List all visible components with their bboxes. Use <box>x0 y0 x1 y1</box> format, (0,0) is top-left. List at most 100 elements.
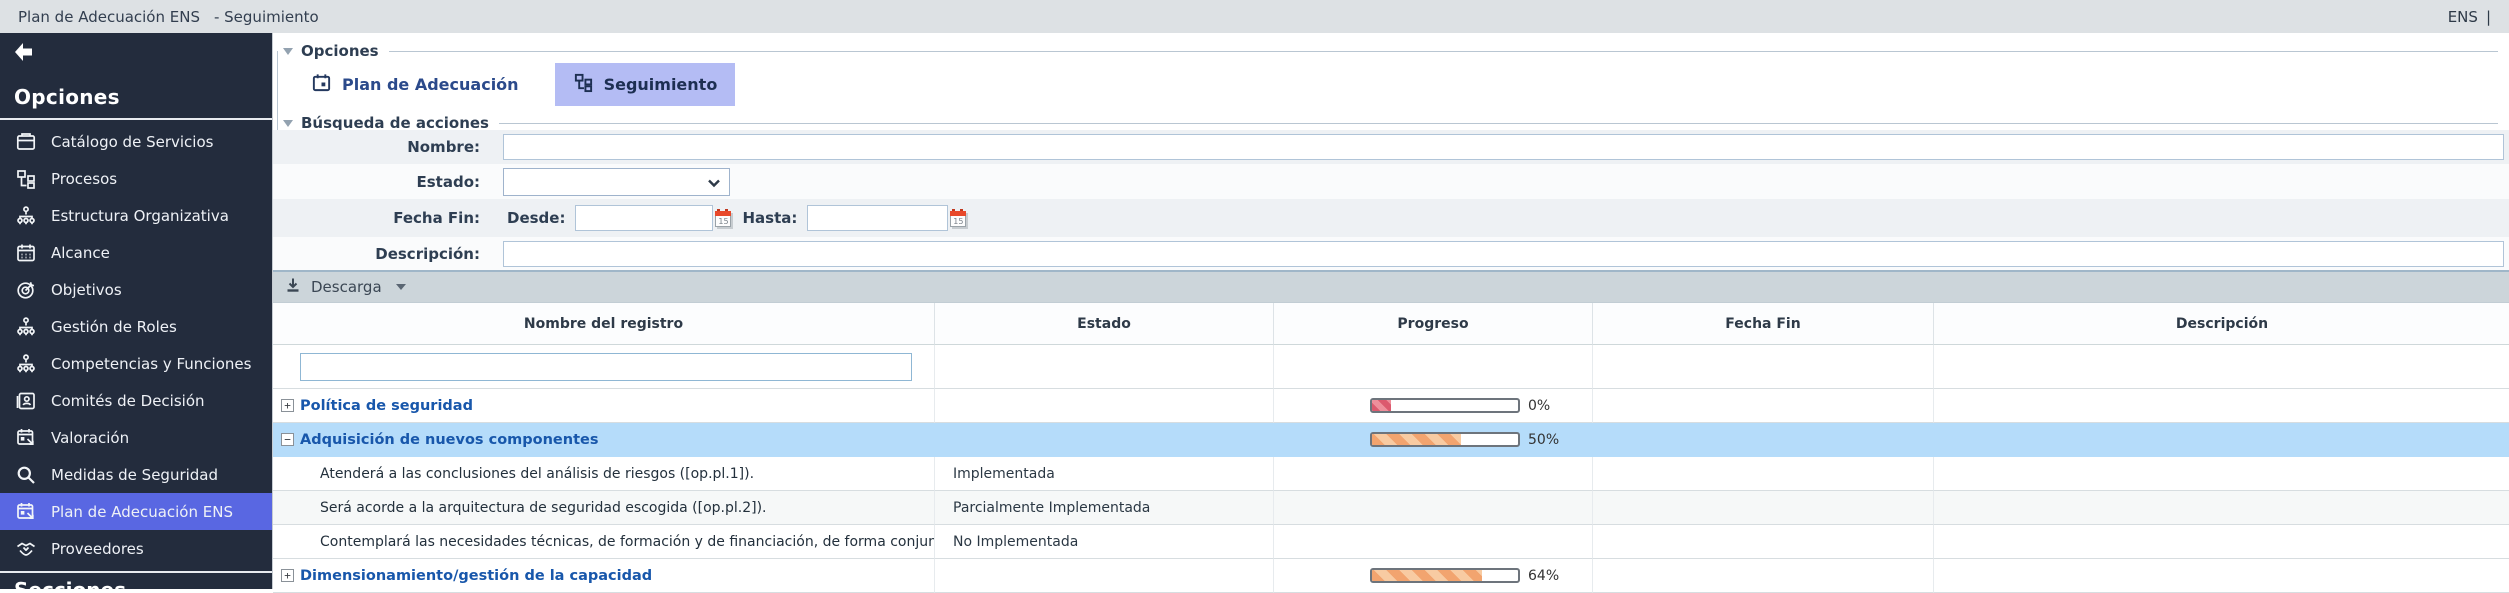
progress-percent-label: 50% <box>1528 432 1559 448</box>
fecha-fin-cell <box>1593 423 1934 457</box>
datepicker-icon[interactable]: 15 <box>715 209 734 228</box>
fecha-hasta-input[interactable] <box>807 205 948 231</box>
process-flow-icon <box>573 72 594 97</box>
back-arrow-icon[interactable] <box>12 41 38 63</box>
sidebar-title: Opciones <box>14 85 120 109</box>
tab-label: Seguimiento <box>604 75 718 94</box>
sidebar-item-competencias-y-funciones[interactable]: Competencias y Funciones <box>0 345 272 382</box>
nombre-label: Nombre: <box>273 138 492 156</box>
sidebar-item-alcance[interactable]: Alcance <box>0 234 272 271</box>
estado-value: Parcialmente Implementada <box>935 500 1150 516</box>
calendar-day: 15 <box>715 217 731 226</box>
estado-value: No Implementada <box>935 534 1078 550</box>
col-header-descripcion[interactable]: Descripción <box>1934 303 2509 345</box>
divider <box>499 123 2498 124</box>
progress-bar-fill <box>1372 434 1461 445</box>
corner-separator: | <box>2486 8 2491 26</box>
calendar-cursor-icon <box>13 426 39 450</box>
search-icon <box>13 463 39 487</box>
estado-label: Estado: <box>273 173 492 191</box>
action-name: Atenderá a las conclusiones del análisis… <box>273 466 754 482</box>
tab-seguimiento[interactable]: Seguimiento <box>555 63 736 106</box>
sidebar-item-label: Gestión de Roles <box>51 318 177 336</box>
sidebar-divider <box>0 118 272 120</box>
fecha-fin-label: Fecha Fin: <box>273 209 492 227</box>
sidebar-item-label: Competencias y Funciones <box>51 355 251 373</box>
sidebar-item-label: Plan de Adecuación ENS <box>51 503 233 521</box>
dropdown-caret-icon[interactable] <box>396 284 406 290</box>
group-name-link[interactable]: Dimensionamiento/gestión de la capacidad <box>300 568 652 584</box>
action-name: Contemplará las necesidades técnicas, de… <box>273 534 935 550</box>
sidebar-item-valoraci-n[interactable]: Valoración <box>0 419 272 456</box>
table-group-row[interactable]: + Dimensionamiento/gestión de la capacida… <box>273 559 2509 593</box>
progress-percent-label: 0% <box>1528 398 1550 414</box>
group-name-link[interactable]: Adquisición de nuevos componentes <box>300 432 599 448</box>
descripcion-cell <box>1934 389 2509 423</box>
sidebar-item-gesti-n-de-roles[interactable]: Gestión de Roles <box>0 308 272 345</box>
sidebar-item-label: Proveedores <box>51 540 144 558</box>
sidebar-item-label: Procesos <box>51 170 117 188</box>
sidebar-item-label: Objetivos <box>51 281 122 299</box>
sidebar-item-procesos[interactable]: Procesos <box>0 160 272 197</box>
handshake-icon <box>13 537 39 561</box>
id-card-icon <box>13 389 39 413</box>
fecha-fin-cell <box>1593 491 1934 525</box>
tab-plan-de-adecuacion[interactable]: Plan de Adecuación <box>295 63 535 106</box>
catalog-icon <box>13 130 39 154</box>
top-title-bar: Plan de Adecuación ENS - Seguimiento ENS… <box>0 0 2509 33</box>
fecha-desde-input[interactable] <box>575 205 713 231</box>
descripcion-cell <box>1934 559 2509 593</box>
sidebar-item-label: Estructura Organizativa <box>51 207 229 225</box>
col-header-estado[interactable]: Estado <box>935 303 1274 345</box>
estado-select[interactable] <box>503 168 730 196</box>
expand-icon[interactable]: + <box>281 399 294 412</box>
sidebar-item-objetivos[interactable]: Objetivos <box>0 271 272 308</box>
nombre-filter-input[interactable] <box>300 353 912 381</box>
sidebar-item-medidas-de-seguridad[interactable]: Medidas de Seguridad <box>0 456 272 493</box>
download-button[interactable]: Descarga <box>311 278 382 296</box>
collapse-caret-icon[interactable] <box>283 48 293 55</box>
estado-value: Implementada <box>935 466 1055 482</box>
tab-label: Plan de Adecuación <box>342 75 519 94</box>
sidebar-item-label: Catálogo de Servicios <box>51 133 213 151</box>
sidebar-item-cat-logo-de-servicios[interactable]: Catálogo de Servicios <box>0 123 272 160</box>
table-group-row[interactable]: −Adquisición de nuevos componentes 50% <box>273 423 2509 457</box>
col-header-progreso[interactable]: Progreso <box>1274 303 1593 345</box>
sidebar-footer-title: Secciones <box>14 578 126 589</box>
table-child-row[interactable]: Contemplará las necesidades técnicas, de… <box>273 525 2509 559</box>
sidebar-item-label: Valoración <box>51 429 129 447</box>
descripcion-cell <box>1934 525 2509 559</box>
actions-table: Nombre del registro Estado Progreso Fech… <box>273 303 2509 593</box>
table-group-row[interactable]: + Política de seguridad 0% <box>273 389 2509 423</box>
nombre-input[interactable] <box>503 134 2504 160</box>
sidebar-item-plan-de-adecuaci-n-ens[interactable]: Plan de Adecuación ENS <box>0 493 272 530</box>
hasta-label: Hasta: <box>742 209 797 227</box>
calendar-header <box>715 211 731 216</box>
progress-bar <box>1370 398 1520 413</box>
org-structure-icon <box>13 204 39 228</box>
group-name-link[interactable]: Política de seguridad <box>300 398 473 414</box>
collapse-caret-icon[interactable] <box>283 120 293 127</box>
sidebar-divider <box>0 571 272 573</box>
download-icon[interactable] <box>285 277 301 297</box>
options-section-header: Opciones <box>273 41 2509 61</box>
table-body: + Política de seguridad 0% −Adquisición de … <box>273 389 2509 593</box>
table-header-row: Nombre del registro Estado Progreso Fech… <box>273 303 2509 345</box>
options-section-title: Opciones <box>301 42 379 60</box>
sidebar-item-comit-s-de-decisi-n[interactable]: Comités de Decisión <box>0 382 272 419</box>
table-child-row[interactable]: Atenderá a las conclusiones del análisis… <box>273 457 2509 491</box>
collapse-icon[interactable]: − <box>281 433 294 446</box>
expand-icon[interactable]: + <box>281 569 294 582</box>
descripcion-cell <box>1934 491 2509 525</box>
col-header-nombre[interactable]: Nombre del registro <box>273 303 935 345</box>
descripcion-input[interactable] <box>503 241 2504 267</box>
org-structure-icon <box>13 352 39 376</box>
fecha-fin-cell <box>1593 525 1934 559</box>
sidebar-item-estructura-organizativa[interactable]: Estructura Organizativa <box>0 197 272 234</box>
sidebar-item-proveedores[interactable]: Proveedores <box>0 530 272 567</box>
descripcion-cell <box>1934 423 2509 457</box>
table-filter-row <box>273 345 2509 389</box>
table-child-row[interactable]: Será acorde a la arquitectura de segurid… <box>273 491 2509 525</box>
col-header-fecha-fin[interactable]: Fecha Fin <box>1593 303 1934 345</box>
datepicker-icon[interactable]: 15 <box>950 209 969 228</box>
